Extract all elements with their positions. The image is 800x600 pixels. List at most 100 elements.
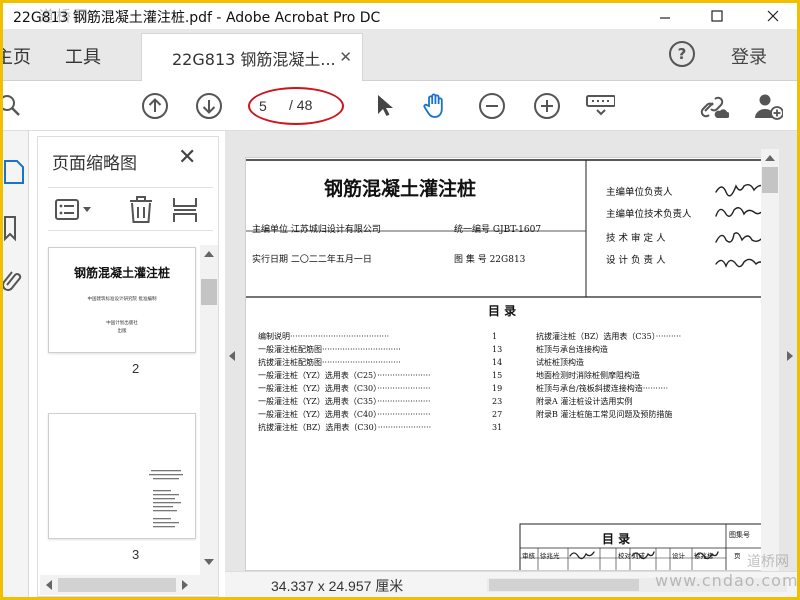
page-dimensions: 34.337 x 24.957 厘米 xyxy=(271,578,404,594)
bookmarks-rail-button[interactable] xyxy=(3,213,27,243)
add-user-icon xyxy=(755,94,783,120)
highlight-annotation-circle xyxy=(248,87,344,125)
thumbnail-number: 3 xyxy=(132,547,140,562)
zoom-out-button[interactable] xyxy=(477,91,507,121)
close-icon xyxy=(767,10,779,22)
toc-entry[interactable]: 地面检测时消除桩侧摩阻构造 xyxy=(536,369,764,382)
toc-entry[interactable]: 一般灌注桩（YZ）选用表（C35）····················· 23 xyxy=(258,395,506,408)
site-watermark: www.cndao.com xyxy=(655,571,797,590)
thumbnail-page-2[interactable]: 钢筋混凝土灌注桩 中国建筑标准设计研究院 批准编制 中国计划出版社 出版 xyxy=(48,247,196,353)
cursor-arrow-icon xyxy=(378,95,393,116)
scroll-up-arrow-icon[interactable] xyxy=(204,251,214,257)
signoff-line: 设 计 负 责 人 xyxy=(606,255,666,266)
titleblock-cell: 徐兆光 xyxy=(540,552,560,560)
scroll-right-arrow-icon[interactable] xyxy=(182,580,188,590)
toc-entry[interactable]: 一般灌注桩（YZ）选用表（C40）····················· 27 xyxy=(258,408,506,421)
crop-page-button[interactable] xyxy=(172,196,198,228)
page-thumbnails-panel: 页面缩略图 ✕ 钢筋混凝土灌注桩 中国建筑标准设计研究院 批准编制 中国计划出版… xyxy=(37,136,219,597)
title-bar: 22G813 钢筋混凝土灌注桩.pdf - Adobe Acrobat Pro … xyxy=(3,3,797,29)
signoff-line: 主编单位负责人 xyxy=(606,187,673,198)
tab-tools[interactable]: 工具 xyxy=(65,43,101,69)
close-window-button[interactable] xyxy=(751,3,795,29)
zoom-in-button[interactable] xyxy=(532,91,562,121)
thumbnail-line2: 中国计划出版社 xyxy=(106,321,138,326)
code-label: 统一编号 GJBT-1607 xyxy=(454,225,542,235)
toc-entry[interactable]: 抗拔灌注桩（BZ）选用表（C35）·········· xyxy=(536,330,764,343)
signoff-line: 主编单位技术负责人 xyxy=(606,209,692,220)
login-button[interactable]: 登录 xyxy=(731,43,767,69)
tab-home[interactable]: 主页 xyxy=(3,43,31,69)
toc-entry[interactable]: 一般灌注桩（YZ）选用表（C30）····················· 19 xyxy=(258,382,506,395)
maximize-icon xyxy=(711,10,723,22)
scroll-up-arrow-icon[interactable] xyxy=(765,155,775,161)
zoom-out-icon xyxy=(479,93,505,119)
close-panel-icon[interactable]: ✕ xyxy=(178,145,196,170)
toc-entry[interactable]: 编制说明····································… xyxy=(258,330,506,343)
toolbar: / 48 xyxy=(3,81,797,131)
thumbnail-title: 钢筋混凝土灌注桩 xyxy=(73,266,170,280)
toc-entry[interactable]: 抗拔灌注桩（BZ）选用表（C30）····················· 31 xyxy=(258,421,506,434)
toc-entry[interactable]: 一般灌注桩配筋图······························· 1… xyxy=(258,343,506,356)
toc-entry[interactable]: 一般灌注桩（YZ）选用表（C25）····················· 15 xyxy=(258,369,506,382)
next-page-button[interactable] xyxy=(194,91,224,121)
handwritten-signatures xyxy=(715,183,764,268)
toc-left-column: 编制说明····································… xyxy=(258,330,506,434)
org-label: 主编单位 江苏城归设计有限公司 xyxy=(252,225,381,235)
scroll-thumb[interactable] xyxy=(201,279,217,305)
toc-entry[interactable]: 桩顶与承台/筏板斜拔连接构造·········· xyxy=(536,382,764,395)
document-vertical-scrollbar[interactable] xyxy=(761,149,779,571)
delete-page-button[interactable] xyxy=(128,196,154,228)
scroll-thumb[interactable] xyxy=(489,579,639,591)
minimize-button[interactable] xyxy=(643,3,687,29)
document-tab-label: 22G813 钢筋混凝土... xyxy=(172,50,336,69)
help-icon: ? xyxy=(677,45,687,63)
hand-tool-button[interactable] xyxy=(421,91,451,121)
thumbnail-vertical-scrollbar[interactable] xyxy=(200,245,218,575)
document-viewport[interactable]: 钢筋混凝土灌注桩 主编单位 江苏城归设计有限公司 统一编号 GJBT-1607 … xyxy=(225,131,797,571)
arrow-up-circle-icon xyxy=(142,93,168,119)
page-extract-icon xyxy=(173,198,197,222)
scroll-thumb[interactable] xyxy=(58,578,176,592)
scroll-down-arrow-icon[interactable] xyxy=(204,559,214,565)
page-display-button[interactable] xyxy=(585,91,615,121)
scroll-thumb[interactable] xyxy=(762,167,778,193)
toc-entry[interactable]: 抗拔灌注桩配筋图······························· 1… xyxy=(258,356,506,369)
titleblock-atlas-label: 图集号 xyxy=(729,531,750,539)
help-button[interactable]: ? xyxy=(669,41,695,67)
page-thumbnails-rail-button[interactable] xyxy=(3,157,27,187)
list-options-icon xyxy=(55,199,91,220)
share-link-button[interactable] xyxy=(699,91,729,121)
attachments-rail-button[interactable] xyxy=(3,265,27,295)
minimize-icon xyxy=(660,17,670,19)
options-menu-button[interactable] xyxy=(54,198,98,226)
panel-title: 页面缩略图 xyxy=(52,154,137,174)
previous-page-side-arrow-icon[interactable] xyxy=(229,351,235,361)
toc-entry[interactable]: 试桩桩顶构造 xyxy=(536,356,764,369)
pages-icon xyxy=(4,160,24,184)
maximize-button[interactable] xyxy=(695,3,739,29)
thumbnail-number: 2 xyxy=(132,361,140,376)
toc-entry[interactable]: 附录B 灌注桩施工常见问题及预防措施 xyxy=(536,408,764,421)
search-button[interactable] xyxy=(3,91,25,121)
next-page-side-arrow-icon[interactable] xyxy=(787,351,793,361)
add-user-button[interactable] xyxy=(753,91,783,121)
select-tool-button[interactable] xyxy=(369,91,399,121)
close-tab-icon[interactable]: ✕ xyxy=(339,48,352,66)
thumbnail-page-3[interactable] xyxy=(48,413,196,539)
signoff-line: 技 术 审 定 人 xyxy=(606,233,666,244)
toc-entry[interactable]: 附录A 灌注桩设计选用实例 xyxy=(536,395,764,408)
hand-icon xyxy=(423,93,443,118)
pdf-page: 钢筋混凝土灌注桩 主编单位 江苏城归设计有限公司 统一编号 GJBT-1607 … xyxy=(245,157,765,571)
scroll-left-arrow-icon[interactable] xyxy=(46,580,52,590)
thumbnail-3-text-lines xyxy=(149,470,183,528)
acrobat-window: 22G813 钢筋混凝土灌注桩.pdf - Adobe Acrobat Pro … xyxy=(3,3,797,597)
bookmark-icon xyxy=(4,216,16,242)
previous-page-button[interactable] xyxy=(140,91,170,121)
thumbnail-horizontal-scrollbar[interactable] xyxy=(40,575,218,595)
toc-entry[interactable]: 桩顶与承台连接构造 xyxy=(536,343,764,356)
arrow-down-circle-icon xyxy=(196,93,222,119)
tab-document[interactable]: 22G813 钢筋混凝土... ✕ xyxy=(141,33,363,81)
thumbnail-subtitle: 中国建筑标准设计研究院 批准编制 xyxy=(87,297,157,302)
left-rail xyxy=(3,131,29,597)
titleblock-signatures xyxy=(569,551,719,560)
